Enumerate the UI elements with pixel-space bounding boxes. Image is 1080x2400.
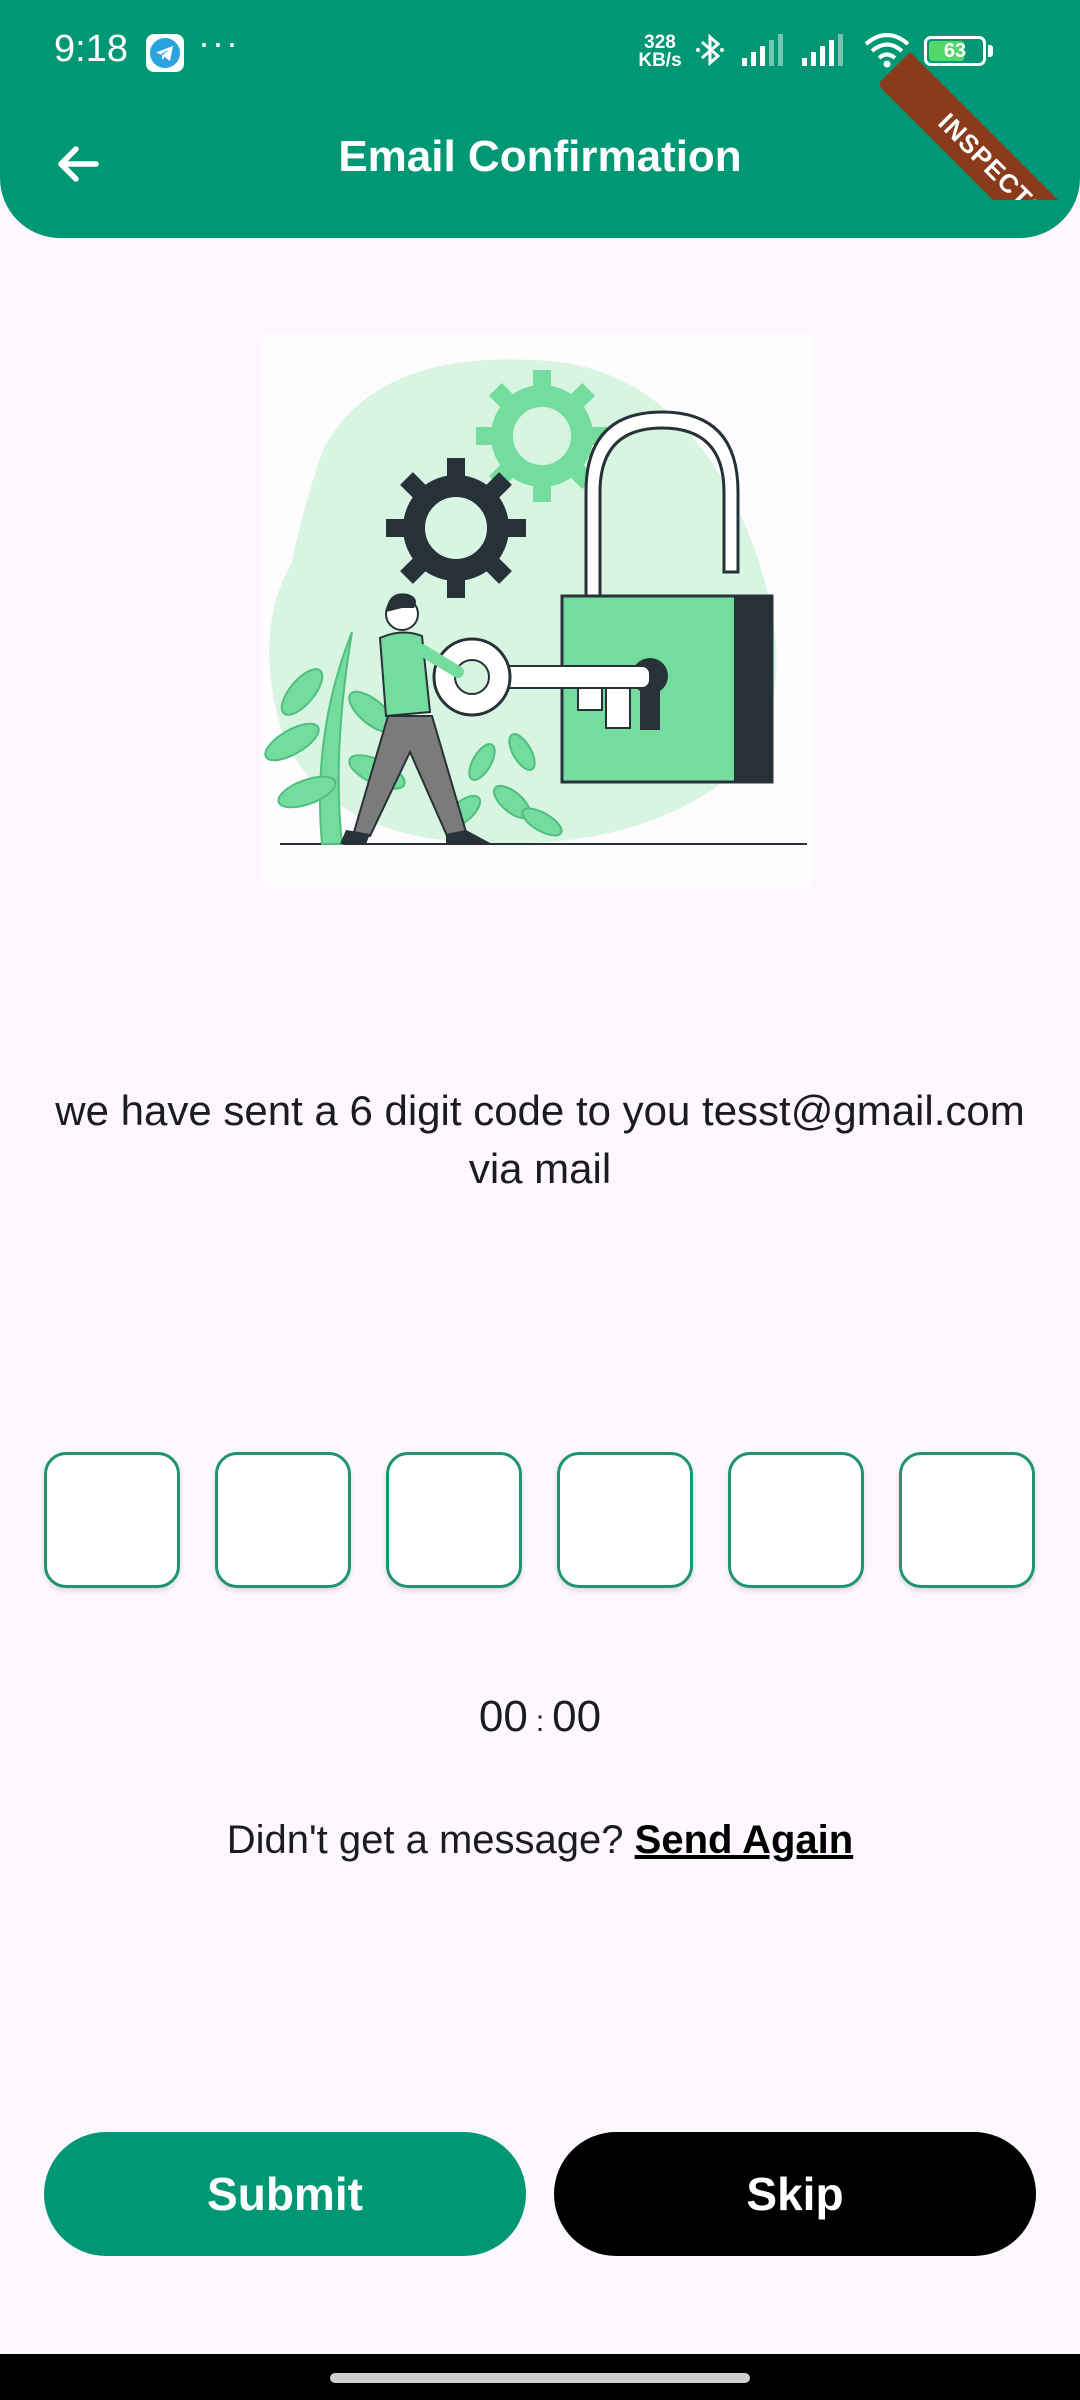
padlock-key-illustration: [262, 332, 814, 888]
resend-prompt: Didn't get a message? Send Again: [0, 1818, 1080, 1863]
otp-digit-input[interactable]: [44, 1452, 180, 1588]
telegram-icon: [146, 34, 184, 72]
resend-prompt-text: Didn't get a message?: [226, 1818, 635, 1862]
otp-digit-input[interactable]: [557, 1452, 693, 1588]
home-gesture-handle[interactable]: [330, 2373, 750, 2383]
otp-digit-input[interactable]: [215, 1452, 351, 1588]
inspector-ribbon: INSPECTOR: [880, 0, 1080, 200]
signal-icon: [742, 34, 783, 66]
otp-input-row: [44, 1452, 1036, 1588]
system-nav-bar: [0, 2354, 1080, 2400]
page-title: Email Confirmation: [338, 132, 742, 181]
signal-icon: [802, 34, 843, 66]
skip-button[interactable]: Skip: [554, 2132, 1036, 2256]
otp-digit-input[interactable]: [386, 1452, 522, 1588]
inspector-ribbon-label: INSPECTOR: [880, 52, 1080, 200]
network-speed: 328 KB/s: [634, 33, 686, 71]
bluetooth-icon: [696, 33, 724, 67]
send-again-link[interactable]: Send Again: [635, 1818, 854, 1862]
otp-digit-input[interactable]: [728, 1452, 864, 1588]
timer-seconds: 00: [552, 1692, 602, 1741]
otp-digit-input[interactable]: [899, 1452, 1035, 1588]
confirmation-message: we have sent a 6 digit code to you tesst…: [55, 1087, 1025, 1192]
network-speed-unit: KB/s: [638, 50, 682, 71]
timer-minutes: 00: [478, 1692, 528, 1741]
arrow-left-icon: [58, 146, 99, 182]
status-time: 9:18: [54, 28, 128, 70]
notification-overflow: ···: [198, 22, 240, 63]
timer-separator: :: [535, 1705, 545, 1738]
countdown-timer: 00:00: [0, 1692, 1080, 1742]
submit-button[interactable]: Submit: [44, 2132, 526, 2256]
back-button[interactable]: [40, 126, 116, 202]
